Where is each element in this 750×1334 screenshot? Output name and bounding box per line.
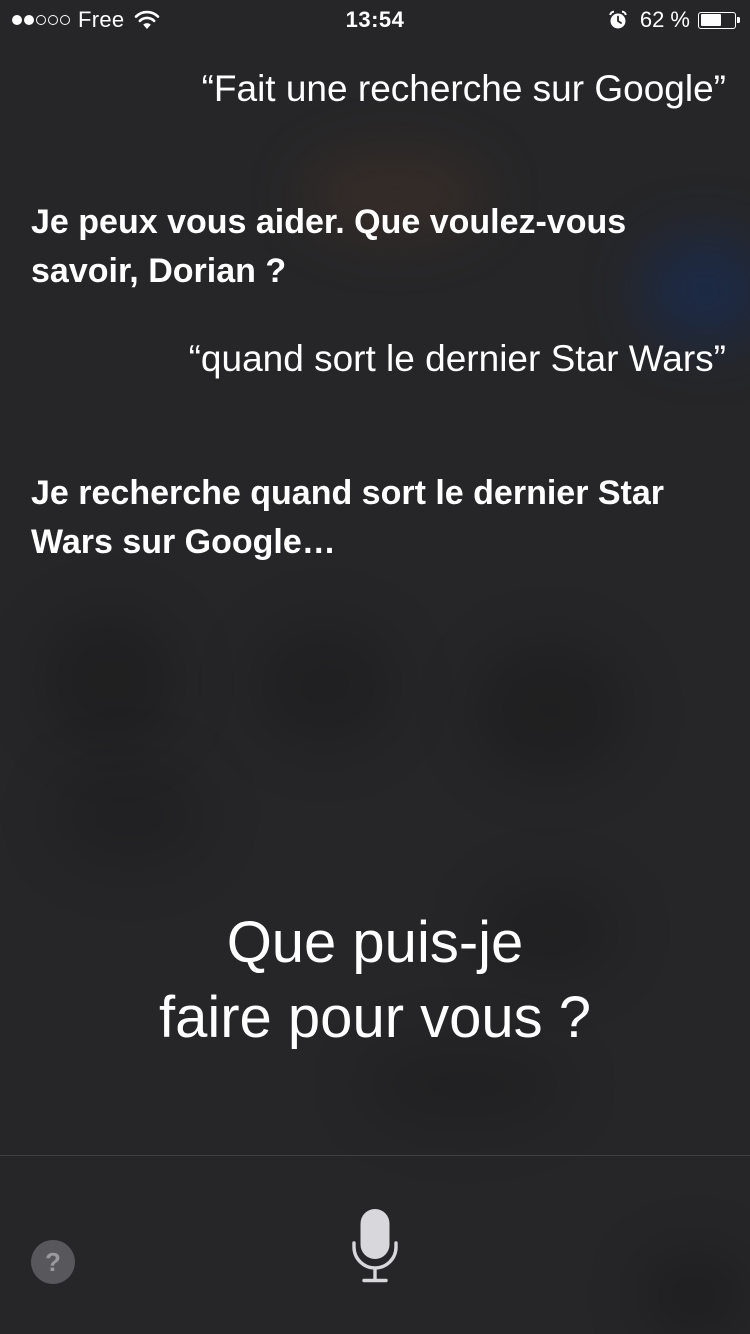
battery-percentage: 62 % — [639, 7, 690, 32]
help-label: ? — [45, 1246, 61, 1277]
prompt-line-1: Que puis-je — [226, 910, 524, 975]
siri-prompt: Que puis-je faire pour vous ? — [0, 905, 750, 1055]
status-right: 62 % — [608, 6, 740, 34]
battery-icon — [698, 11, 740, 29]
siri-response: Je peux vous aider. Que voulez-vous savo… — [31, 203, 627, 290]
microphone-icon[interactable] — [345, 1205, 405, 1287]
prompt-line-2: faire pour vous ? — [158, 985, 592, 1050]
alarm-icon — [609, 10, 627, 29]
bottom-divider — [0, 1155, 750, 1156]
user-utterance: “Fait une recherche sur Google” — [201, 68, 726, 109]
user-utterance: “quand sort le dernier Star Wars” — [188, 338, 726, 379]
battery-level-fill — [700, 14, 721, 26]
help-button[interactable]: ? — [31, 1240, 75, 1284]
siri-response: Je recherche quand sort le dernier Star … — [31, 474, 665, 561]
status-bar: Free 13:54 62 % — [0, 0, 750, 40]
